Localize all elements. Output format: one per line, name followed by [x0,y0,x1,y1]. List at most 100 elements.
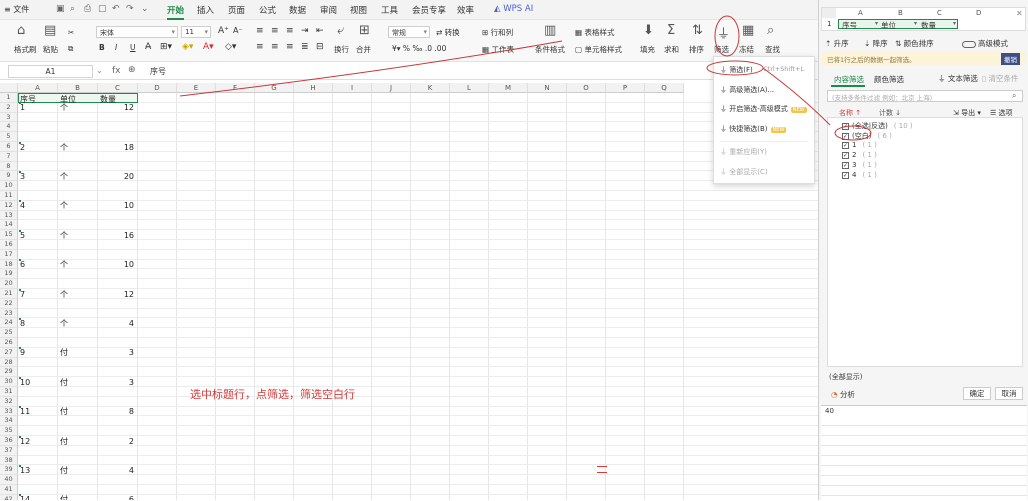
tab-insert[interactable]: 插入 [197,4,214,16]
tab-view[interactable]: 视图 [350,4,367,16]
more-icon[interactable]: ⌄ [141,4,149,14]
row-header[interactable]: 22 [0,298,18,309]
convert-button[interactable]: ⇄ 转换 [436,27,460,38]
column-header-h[interactable]: H [294,83,333,93]
row-header[interactable]: 15 [0,230,18,240]
filter-button[interactable]: 筛选 [714,44,729,55]
cell-qty[interactable]: 16 [96,231,134,240]
cell-qty[interactable]: 4 [96,466,134,475]
analyze-button[interactable]: ◔ 分析 [831,389,855,400]
table-style-button[interactable]: ▦ 表格样式 [575,27,614,38]
row-header[interactable]: 13 [0,210,18,221]
name-box[interactable]: A1 [8,65,93,78]
justify-icon[interactable]: ≣ [301,42,309,52]
strikethrough-icon[interactable]: A̶ [145,42,151,52]
clear-conditions-button[interactable]: ▯ 清空条件 [982,73,1019,84]
cell-unit[interactable]: 个 [60,259,68,270]
font-name-select[interactable]: 宋体 [96,26,178,38]
cond-format-button[interactable]: 条件格式 [535,44,565,55]
column-header-n[interactable]: N [528,83,567,93]
align-left-icon[interactable]: ≡ [256,42,264,52]
cell-qty[interactable]: 2 [96,437,134,446]
merge-button[interactable]: 合并 [356,44,371,55]
row-header[interactable]: 2 [0,102,18,113]
column-header-e[interactable]: E [177,83,216,93]
dropdown-item[interactable]: ⏚ 全部显示(C) [720,167,810,177]
bold-button[interactable]: B [99,43,105,52]
dropdown-item[interactable]: ⏚ 快捷筛选(B) NEW [720,124,810,134]
save-icon[interactable]: ▣ [56,4,65,14]
filter-arrow-icon[interactable]: ▾ [953,20,956,27]
shrink-font-icon[interactable]: A⁻ [233,26,243,35]
wrap-button[interactable]: 换行 [334,44,349,55]
cancel-button[interactable]: 取消 [995,387,1023,400]
sort-desc-button[interactable]: ⇣ 降序 [864,38,888,49]
checkbox[interactable]: ✓ [842,171,849,179]
row-header[interactable]: 42 [0,494,18,500]
checkbox[interactable]: ✓ [842,141,849,149]
cell-qty[interactable]: 10 [96,260,134,269]
row-header[interactable]: 10 [0,181,18,191]
align-bottom-icon[interactable]: ≡ [286,26,294,36]
indent-icon[interactable]: ⇥ [301,26,309,36]
cell-qty[interactable]: 3 [96,378,134,387]
cell-qty[interactable]: 3 [96,348,134,357]
checkbox[interactable]: ✓ [842,132,849,140]
column-header-m[interactable]: M [489,83,528,93]
row-header[interactable]: 9 [0,171,18,182]
fx-button[interactable]: fx [112,66,121,76]
checkbox[interactable]: ✓ [842,161,849,169]
sum-button[interactable]: 求和 [664,44,679,55]
row-header[interactable]: 30 [0,377,18,387]
filter-item-row[interactable]: ✓ 1 ( 1 ) [842,141,877,149]
cell-seq[interactable]: 3 [20,172,25,181]
cell-style-button[interactable]: ▢ 单元格样式 [575,44,622,55]
wps-ai-button[interactable]: ◭ WPS AI [494,4,533,14]
freeze-button[interactable]: 冻结 [739,44,754,55]
distribute-icon[interactable]: ⊟ [316,42,324,52]
zoom-icon[interactable]: ⊕ [128,65,136,75]
print-icon[interactable]: ⎙ [84,4,91,14]
cell-seq[interactable]: 12 [20,437,30,446]
cell-unit[interactable]: 付 [60,494,68,500]
row-header[interactable]: 29 [0,367,18,378]
tab-member[interactable]: 会员专享 [412,4,446,16]
row-header[interactable]: 17 [0,249,18,260]
column-header-c[interactable]: C [98,83,138,93]
column-header-i[interactable]: I [333,83,372,93]
dropdown-item[interactable]: ⏚ 重新应用(Y) [720,147,810,157]
row-header[interactable]: 34 [0,416,18,427]
cell-seq[interactable]: 4 [20,201,25,210]
cell-seq[interactable]: 10 [20,378,30,387]
font-color-icon[interactable]: A▾ [203,42,214,52]
cell-qty[interactable]: 12 [96,290,134,299]
underline-button[interactable]: U [130,43,136,52]
row-header[interactable]: 3 [0,112,18,123]
color-sort-button[interactable]: ⇅ 颜色排序 [895,38,934,49]
copy-icon[interactable]: ⧉ [68,44,73,54]
filter-item-row[interactable]: ✓ (全选|反选) ( 10 ) [842,121,913,131]
fill-color-icon[interactable]: ◈▾ [182,42,193,52]
name-box-dropdown-icon[interactable]: ⌄ [96,66,103,75]
format-painter-button[interactable]: 格式刷 [14,44,37,55]
select-all-corner[interactable] [0,83,18,93]
align-middle-icon[interactable]: ≡ [271,26,279,36]
row-header[interactable]: 18 [0,259,18,270]
column-header-k[interactable]: K [411,83,450,93]
column-header-l[interactable]: L [450,83,489,93]
filter-item-row[interactable]: ✓ 4 ( 1 ) [842,171,877,179]
row-header[interactable]: 21 [0,289,18,299]
column-header-o[interactable]: O [567,83,606,93]
cell-unit[interactable]: 个 [60,102,68,113]
sort-asc-button[interactable]: ⇡ 升序 [825,38,849,49]
find-button[interactable]: 查找 [765,44,780,55]
close-icon[interactable]: ✕ [1016,9,1023,18]
tab-efficiency[interactable]: 效率 [457,4,474,16]
border-icon[interactable]: ⊞▾ [160,42,172,52]
row-header[interactable]: 11 [0,191,18,201]
cell-qty[interactable]: 10 [96,201,134,210]
row-header[interactable]: 36 [0,436,18,446]
column-header-p[interactable]: P [606,83,645,93]
cell-seq[interactable]: 14 [20,495,30,500]
row-header[interactable]: 6 [0,142,18,152]
